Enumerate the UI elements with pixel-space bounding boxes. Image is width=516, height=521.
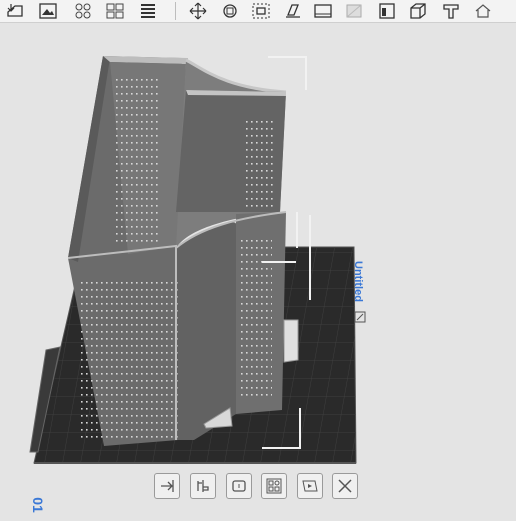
seam-paint-icon[interactable]: [376, 0, 398, 22]
3d-viewport[interactable]: Untitled 01: [0, 23, 516, 516]
lock-icon[interactable]: [226, 473, 252, 499]
box-view-icon[interactable]: [407, 0, 429, 22]
measure-icon[interactable]: [472, 0, 494, 22]
3d-model: [67, 56, 299, 446]
orient-icon[interactable]: [154, 473, 180, 499]
arrange-grid-icon[interactable]: [72, 0, 94, 22]
delete-icon[interactable]: [332, 473, 358, 499]
toolbar-separator: [175, 2, 176, 20]
top-toolbar: [0, 0, 516, 23]
auto-orient-icon[interactable]: [297, 473, 323, 499]
move-icon[interactable]: [187, 0, 209, 22]
import-icon[interactable]: [4, 0, 26, 22]
text-tool-icon[interactable]: [440, 0, 462, 22]
scale-icon[interactable]: [250, 0, 272, 22]
gallery-icon[interactable]: [37, 0, 59, 22]
edit-icon[interactable]: [354, 310, 366, 323]
plate-number: 01: [29, 497, 46, 513]
rotate-icon[interactable]: [219, 0, 241, 22]
support-paint-icon[interactable]: [343, 0, 365, 22]
arrange-icon[interactable]: [190, 473, 216, 499]
place-on-face-icon[interactable]: [282, 0, 304, 22]
layout-icon[interactable]: [104, 0, 126, 22]
plate-settings-icon[interactable]: [261, 473, 287, 499]
scene-canvas: [29, 56, 357, 464]
cut-icon[interactable]: [312, 0, 334, 22]
list-menu-icon[interactable]: [137, 0, 159, 22]
